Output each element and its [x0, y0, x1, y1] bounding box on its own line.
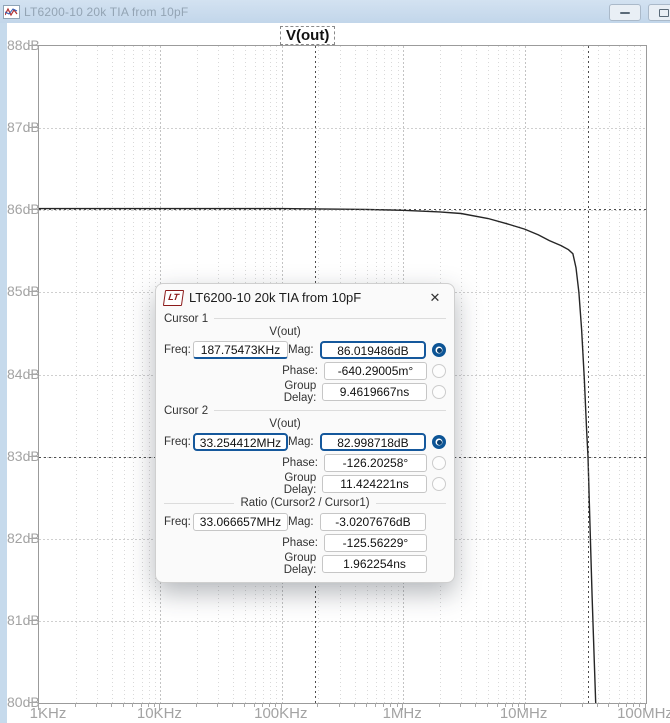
- x-axis-minor-tick: [439, 703, 440, 707]
- cursor2-phase-field[interactable]: -126.20258°: [324, 454, 427, 472]
- cursor2-section-header: Cursor 2: [156, 403, 454, 418]
- ratio-mag-label: Mag:: [288, 516, 320, 528]
- x-axis-minor-tick: [582, 703, 583, 707]
- cursor1-group-delay-radio[interactable]: [432, 385, 446, 399]
- x-axis-minor-tick: [317, 703, 318, 707]
- ratio-group-delay-row: Group Delay: 1.962254ns: [156, 554, 454, 574]
- x-axis-label: 1MHz: [362, 705, 442, 722]
- cursor1-freq-field[interactable]: 187.75473KHz: [193, 341, 288, 359]
- ratio-header-label: Ratio (Cursor2 / Cursor1): [234, 497, 375, 509]
- x-axis-minor-tick: [196, 703, 197, 707]
- y-axis-label: 83dB: [7, 448, 37, 464]
- cursor1-freq-mag-row: Freq: 187.75473KHz Mag: 86.019486dB: [156, 340, 454, 360]
- ratio-phase-row: Phase: -125.56229°: [156, 533, 454, 553]
- cursor2-header-label: Cursor 2: [164, 405, 208, 417]
- cursor1-group-delay-label: Group Delay:: [284, 380, 323, 404]
- cursor1-group-delay-field[interactable]: 9.4619667ns: [322, 383, 426, 401]
- ratio-freq-label: Freq:: [164, 516, 190, 528]
- y-axis-label: 86dB: [7, 201, 37, 217]
- y-axis-label: 81dB: [7, 612, 37, 628]
- cursor2-vertical-line[interactable]: [588, 46, 589, 703]
- cursor1-mag-label: Mag:: [288, 344, 320, 356]
- x-axis-minor-tick: [96, 703, 97, 707]
- cursor1-phase-row: Phase: -640.29005m°: [156, 361, 454, 381]
- y-axis-label: 87dB: [7, 119, 37, 135]
- minimize-glyph: [620, 12, 630, 14]
- y-axis-label: 85dB: [7, 283, 37, 299]
- x-axis-minor-tick: [460, 703, 461, 707]
- cursor-dialog[interactable]: LT LT6200-10 20k TIA from 10pF ✕ Cursor …: [155, 283, 455, 583]
- divider: [376, 503, 446, 504]
- maximize-icon[interactable]: [648, 4, 670, 21]
- minimize-icon[interactable]: [609, 4, 641, 21]
- plot-title[interactable]: V(out): [280, 26, 335, 45]
- cursor1-mag-radio[interactable]: [432, 343, 446, 357]
- cursor2-phase-row: Phase: -126.20258°: [156, 453, 454, 473]
- cursor1-phase-field[interactable]: -640.29005m°: [324, 362, 427, 380]
- cursor2-group-delay-row: Group Delay: 11.424221ns: [156, 474, 454, 494]
- window-titlebar[interactable]: LT6200-10 20k TIA from 10pF: [0, 0, 670, 23]
- cursor2-trace-label: V(out): [156, 418, 454, 431]
- cursor2-mag-field[interactable]: 82.998718dB: [320, 433, 427, 451]
- dialog-title: LT6200-10 20k TIA from 10pF: [189, 290, 424, 305]
- maximize-glyph: [659, 9, 669, 17]
- divider: [214, 410, 446, 411]
- x-axis-label: 100MHz: [605, 705, 670, 722]
- dialog-titlebar[interactable]: LT LT6200-10 20k TIA from 10pF ✕: [156, 284, 454, 311]
- ratio-phase-field[interactable]: -125.56229°: [324, 534, 427, 552]
- cursor2-mag-label: Mag:: [288, 436, 320, 448]
- cursor2-freq-label: Freq:: [164, 436, 190, 448]
- ratio-mag-field[interactable]: -3.0207676dB: [320, 513, 427, 531]
- ratio-phase-label: Phase:: [282, 537, 324, 549]
- app-waveform-icon: [3, 5, 20, 19]
- cursor1-section-header: Cursor 1: [156, 311, 454, 326]
- cursor2-group-delay-label: Group Delay:: [284, 472, 323, 496]
- cursor2-freq-field[interactable]: 33.254412MHz: [193, 433, 288, 451]
- y-axis-label: 82dB: [7, 530, 37, 546]
- ratio-freq-field[interactable]: 33.066657MHz: [193, 513, 288, 531]
- cursor1-freq-label: Freq:: [164, 344, 190, 356]
- ratio-freq-mag-row: Freq: 33.066657MHz Mag: -3.0207676dB: [156, 512, 454, 532]
- cursor2-freq-mag-row: Freq: 33.254412MHz Mag: 82.998718dB: [156, 432, 454, 452]
- ratio-section-header: Ratio (Cursor2 / Cursor1): [156, 495, 454, 511]
- cursor1-phase-label: Phase:: [282, 365, 324, 377]
- x-axis-minor-tick: [75, 703, 76, 707]
- divider: [164, 503, 234, 504]
- cursor2-group-delay-field[interactable]: 11.424221ns: [322, 475, 426, 493]
- x-axis-minor-tick: [560, 703, 561, 707]
- cursor1-header-label: Cursor 1: [164, 313, 208, 325]
- cursor1-group-delay-row: Group Delay: 9.4619667ns: [156, 382, 454, 402]
- cursor1-mag-field[interactable]: 86.019486dB: [320, 341, 427, 359]
- x-axis-minor-tick: [597, 703, 598, 707]
- cursor2-phase-radio[interactable]: [432, 456, 446, 470]
- y-axis-label: 80dB: [7, 694, 37, 710]
- y-axis-label: 88dB: [7, 37, 37, 53]
- close-icon[interactable]: ✕: [424, 290, 446, 306]
- cursor1-phase-radio[interactable]: [432, 364, 446, 378]
- ltspice-logo-icon: LT: [163, 290, 184, 306]
- x-axis-minor-tick: [232, 703, 233, 707]
- x-axis-minor-tick: [111, 703, 112, 707]
- cursor1-horizontal-line[interactable]: [39, 209, 646, 210]
- window-left-frame: [0, 23, 7, 723]
- x-axis-minor-tick: [354, 703, 355, 707]
- ratio-group-delay-field[interactable]: 1.962254ns: [322, 555, 426, 573]
- x-axis-label: 10KHz: [119, 705, 199, 722]
- cursor1-trace-label: V(out): [156, 326, 454, 339]
- window-title: LT6200-10 20k TIA from 10pF: [24, 5, 188, 19]
- ltspice-plot-window: LT6200-10 20k TIA from 10pF V(out) 1KHz1…: [0, 0, 670, 723]
- x-axis-minor-tick: [217, 703, 218, 707]
- ratio-group-delay-label: Group Delay:: [284, 552, 323, 576]
- y-axis-label: 84dB: [7, 366, 37, 382]
- cursor2-phase-label: Phase:: [282, 457, 324, 469]
- cursor2-mag-radio[interactable]: [432, 435, 446, 449]
- x-axis-label: 10MHz: [484, 705, 564, 722]
- x-axis-minor-tick: [339, 703, 340, 707]
- cursor2-group-delay-radio[interactable]: [432, 477, 446, 491]
- divider: [214, 318, 446, 319]
- x-axis-minor-tick: [475, 703, 476, 707]
- x-axis-label: 100KHz: [241, 705, 321, 722]
